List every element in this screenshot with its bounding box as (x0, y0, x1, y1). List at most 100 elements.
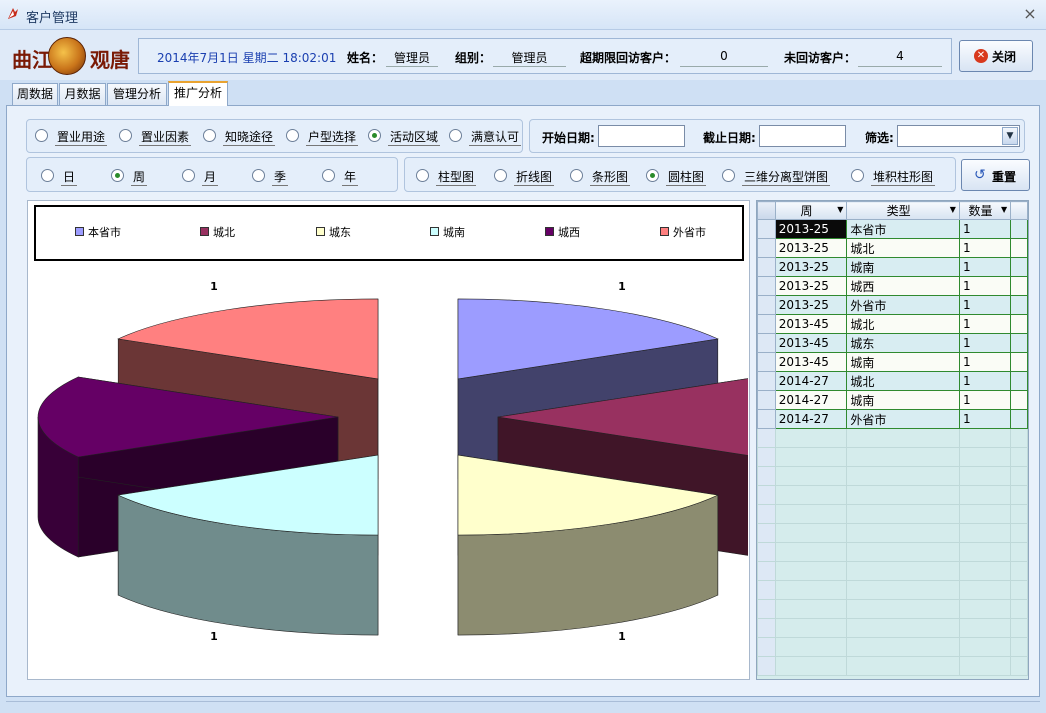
grid-cell-类型[interactable]: 城北 (846, 238, 960, 258)
chart-type-radio-label[interactable]: 柱型图 (436, 168, 477, 186)
grid-cell-数量[interactable]: 1 (958, 314, 1012, 334)
row-header-cell[interactable] (757, 276, 776, 296)
grid-cell-类型[interactable]: 本省市 (846, 219, 960, 239)
radio-unselected-icon[interactable] (449, 129, 462, 142)
grid-cell-类型[interactable]: 城南 (846, 390, 960, 410)
tab-promotion-analysis[interactable]: 推广分析 (168, 81, 228, 106)
grid-cell-数量[interactable]: 1 (958, 219, 1012, 239)
tab-month-data[interactable]: 月数据 (59, 83, 106, 105)
row-header-cell[interactable] (757, 295, 776, 315)
radio-unselected-icon[interactable] (322, 169, 335, 182)
dropdown-arrow-icon[interactable]: ▼ (1001, 205, 1007, 214)
reset-button[interactable]: ↺ 重置 (961, 159, 1030, 191)
table-row[interactable]: 2014-27 城南 1 (757, 390, 1028, 410)
chart-type-radio-label[interactable]: 堆积柱形图 (871, 168, 936, 186)
row-header-cell[interactable] (757, 257, 776, 277)
row-header-cell[interactable] (757, 333, 776, 353)
category-radio-label[interactable]: 知晓途径 (223, 128, 276, 146)
category-radio-label[interactable]: 置业因素 (139, 128, 192, 146)
grid-cell-数量[interactable]: 1 (958, 257, 1012, 277)
grid-cell-周[interactable]: 2013-25 (774, 295, 848, 315)
radio-unselected-icon[interactable] (286, 129, 299, 142)
radio-unselected-icon[interactable] (35, 129, 48, 142)
radio-unselected-icon[interactable] (851, 169, 864, 182)
row-header-cell[interactable] (757, 219, 776, 239)
grid-cell-周[interactable]: 2013-25 (774, 257, 848, 277)
period-radio-label[interactable]: 月 (202, 168, 219, 186)
chevron-down-icon[interactable]: ▼ (1002, 127, 1018, 145)
grid-cell-周[interactable]: 2014-27 (774, 409, 848, 429)
close-button[interactable]: ✕ 关闭 (959, 40, 1033, 72)
row-header-cell[interactable] (757, 390, 776, 410)
grid-cell-周[interactable]: 2014-27 (774, 390, 848, 410)
category-radio-label[interactable]: 满意认可 (469, 128, 522, 146)
category-radio-label[interactable]: 户型选择 (306, 128, 359, 146)
category-radio-label[interactable]: 置业用途 (55, 128, 108, 146)
chart-type-radio-label[interactable]: 条形图 (590, 168, 631, 186)
radio-unselected-icon[interactable] (182, 169, 195, 182)
window-close-icon[interactable]: × (1020, 4, 1040, 24)
radio-unselected-icon[interactable] (41, 169, 54, 182)
table-row[interactable]: 2013-25 城西 1 (757, 276, 1028, 296)
table-row[interactable]: 2014-27 外省市 1 (757, 409, 1028, 429)
filter-select[interactable]: ▼ (897, 125, 1020, 147)
chart-type-radio-label[interactable]: 折线图 (514, 168, 555, 186)
grid-cell-数量[interactable]: 1 (958, 371, 1012, 391)
grid-cell-周[interactable]: 2013-25 (774, 219, 848, 239)
table-row[interactable]: 2013-45 城东 1 (757, 333, 1028, 353)
grid-cell-数量[interactable]: 1 (958, 409, 1012, 429)
grid-cell-类型[interactable]: 城北 (846, 314, 960, 334)
radio-unselected-icon[interactable] (494, 169, 507, 182)
row-header-cell[interactable] (757, 409, 776, 429)
period-radio-label[interactable]: 年 (342, 168, 359, 186)
radio-unselected-icon[interactable] (722, 169, 735, 182)
chart-type-radio-label[interactable]: 圆柱图 (666, 168, 707, 186)
grid-cell-数量[interactable]: 1 (958, 295, 1012, 315)
radio-unselected-icon[interactable] (203, 129, 216, 142)
chart-type-radio-label[interactable]: 三维分离型饼图 (742, 168, 831, 186)
tab-management-analysis[interactable]: 管理分析 (107, 83, 167, 105)
grid-cell-类型[interactable]: 外省市 (846, 295, 960, 315)
row-header-cell[interactable] (757, 352, 776, 372)
end-date-input[interactable] (759, 125, 846, 147)
grid-cell-周[interactable]: 2014-27 (774, 371, 848, 391)
grid-cell-周[interactable]: 2013-45 (774, 352, 848, 372)
data-grid[interactable]: 周 ▼ 类型 ▼ 数量 ▼ 2013-25 本省市 1 2013-25 城北 1 2013-25 城… (756, 200, 1029, 680)
radio-selected-icon[interactable] (368, 129, 381, 142)
period-radio-label[interactable]: 季 (272, 168, 289, 186)
grid-corner-cell[interactable] (757, 201, 776, 220)
grid-cell-周[interactable]: 2013-45 (774, 314, 848, 334)
table-row[interactable]: 2013-25 城北 1 (757, 238, 1028, 258)
radio-unselected-icon[interactable] (416, 169, 429, 182)
row-header-cell[interactable] (757, 371, 776, 391)
table-row[interactable]: 2013-25 外省市 1 (757, 295, 1028, 315)
start-date-input[interactable] (598, 125, 685, 147)
grid-cell-数量[interactable]: 1 (958, 333, 1012, 353)
grid-cell-周[interactable]: 2013-25 (774, 238, 848, 258)
grid-cell-周[interactable]: 2013-25 (774, 276, 848, 296)
period-radio-label[interactable]: 周 (131, 168, 148, 186)
category-radio-label[interactable]: 活动区域 (388, 128, 441, 146)
grid-cell-数量[interactable]: 1 (958, 390, 1012, 410)
radio-selected-icon[interactable] (646, 169, 659, 182)
grid-cell-类型[interactable]: 外省市 (846, 409, 960, 429)
radio-selected-icon[interactable] (111, 169, 124, 182)
table-row[interactable]: 2013-45 城南 1 (757, 352, 1028, 372)
grid-cell-类型[interactable]: 城北 (846, 371, 960, 391)
dropdown-arrow-icon[interactable]: ▼ (950, 205, 956, 214)
grid-cell-周[interactable]: 2013-45 (774, 333, 848, 353)
row-header-cell[interactable] (757, 238, 776, 258)
radio-unselected-icon[interactable] (119, 129, 132, 142)
grid-cell-类型[interactable]: 城南 (846, 257, 960, 277)
table-row[interactable]: 2013-25 本省市 1 (757, 219, 1028, 239)
radio-unselected-icon[interactable] (570, 169, 583, 182)
table-row[interactable]: 2013-25 城南 1 (757, 257, 1028, 277)
grid-cell-类型[interactable]: 城西 (846, 276, 960, 296)
row-header-cell[interactable] (757, 314, 776, 334)
period-radio-label[interactable]: 日 (61, 168, 78, 186)
radio-unselected-icon[interactable] (252, 169, 265, 182)
table-row[interactable]: 2013-45 城北 1 (757, 314, 1028, 334)
column-header-count[interactable]: 数量 ▼ (958, 201, 1012, 220)
grid-cell-数量[interactable]: 1 (958, 352, 1012, 372)
column-header-type[interactable]: 类型 ▼ (846, 201, 960, 220)
